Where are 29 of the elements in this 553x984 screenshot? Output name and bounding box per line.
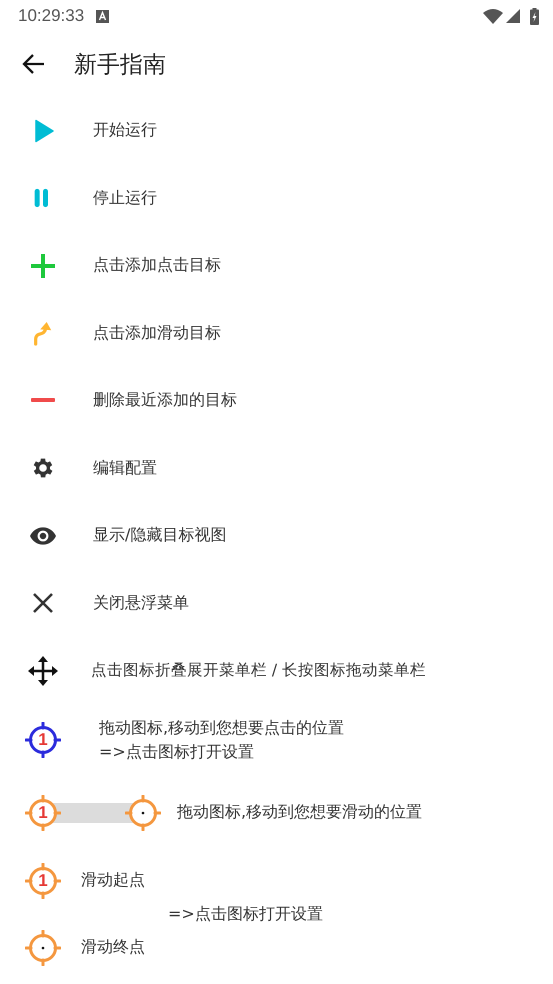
guide-text: =>点击图标打开设置 [168, 904, 323, 924]
guide-text: 点击图标折叠展开菜单栏 / 长按图标拖动菜单栏 [91, 660, 426, 682]
guide-text: 拖动图标,移动到您想要点击的位置 [99, 716, 344, 738]
guide-text: 点击添加点击目标 [93, 255, 221, 276]
guide-text: =>点击图标打开设置 [99, 740, 255, 762]
guide-text: 滑动起点 [81, 870, 145, 891]
plus-icon [30, 252, 56, 279]
close-icon [33, 593, 53, 614]
guide-text: 拖动图标,移动到您想要滑动的位置 [177, 802, 422, 823]
guide-text: 开始运行 [93, 120, 157, 142]
guide-text: 删除最近添加的目标 [93, 390, 237, 412]
guide-text: 关闭悬浮菜单 [93, 592, 189, 614]
crosshair-target-icon [25, 930, 61, 966]
wifi-icon [483, 8, 503, 24]
guide-text: 显示/隐藏目标视图 [93, 525, 226, 546]
guide-text: 点击添加滑动目标 [93, 322, 221, 344]
guide-text: 停止运行 [93, 188, 157, 209]
page-title: 新手指南 [74, 51, 166, 80]
crosshair-target-icon [125, 794, 161, 830]
eye-icon [30, 526, 56, 545]
minus-icon [31, 398, 55, 404]
status-time: 10:29:33 [18, 6, 84, 26]
guide-text: 滑动终点 [81, 937, 145, 958]
guide-text: 编辑配置 [93, 458, 157, 479]
curved-arrow-icon [32, 320, 54, 346]
notification-icon [96, 10, 110, 22]
battery-icon [530, 8, 539, 24]
signal-icon [506, 9, 520, 23]
move-arrows-icon [27, 654, 59, 687]
